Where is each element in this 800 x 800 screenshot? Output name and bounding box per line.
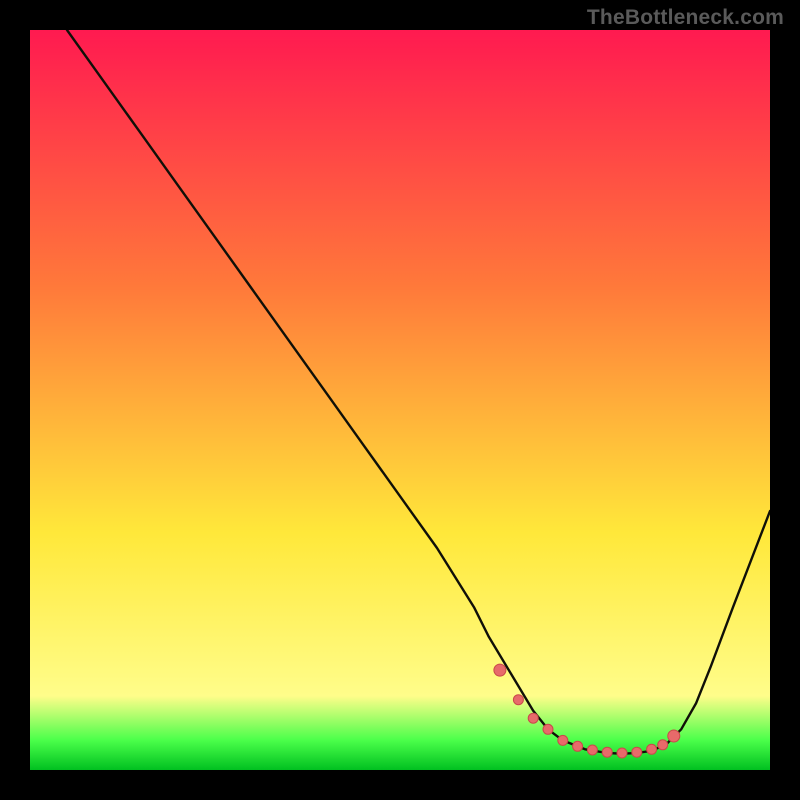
highlight-dot [494, 664, 506, 676]
highlight-dot [632, 747, 642, 757]
chart-svg [30, 30, 770, 770]
highlight-dot [668, 730, 680, 742]
highlight-dot [587, 745, 597, 755]
highlight-dot [647, 744, 657, 754]
highlight-dot [543, 724, 553, 734]
highlight-dot [602, 747, 612, 757]
highlight-dot [558, 735, 568, 745]
highlight-dot [658, 740, 668, 750]
chart-container: TheBottleneck.com [0, 0, 800, 800]
highlight-dot [573, 741, 583, 751]
plot-area [30, 30, 770, 770]
highlight-dot [528, 713, 538, 723]
highlight-dot [617, 748, 627, 758]
watermark-text: TheBottleneck.com [587, 6, 784, 30]
gradient-background [30, 30, 770, 770]
highlight-dot [513, 695, 523, 705]
